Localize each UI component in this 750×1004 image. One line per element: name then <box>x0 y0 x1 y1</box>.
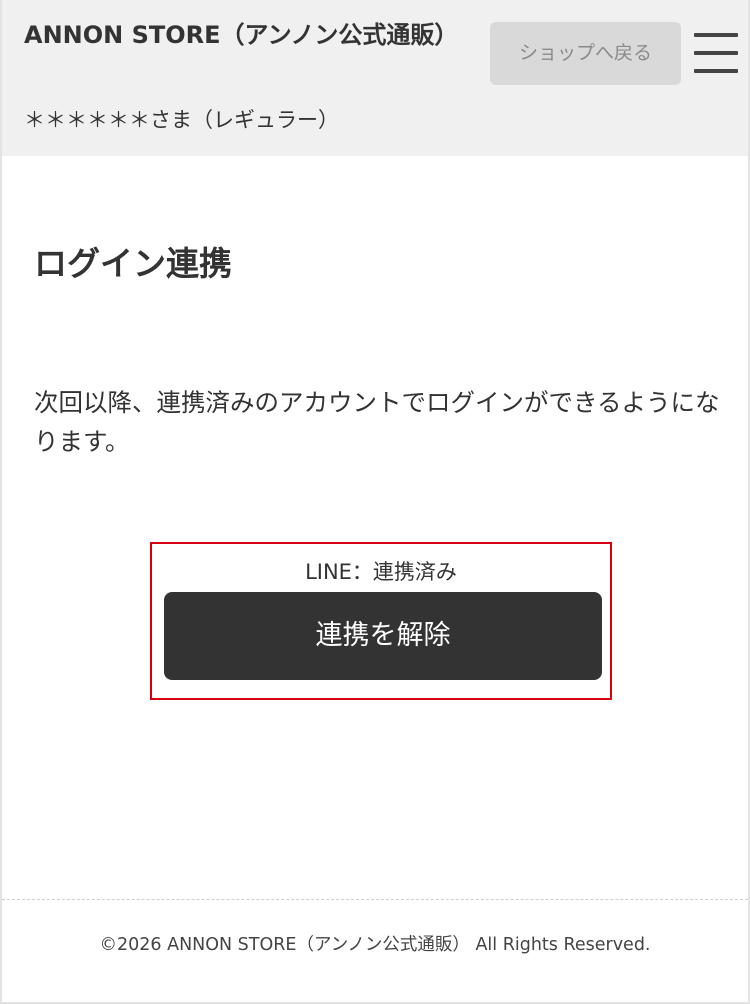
menu-bar <box>694 33 738 37</box>
description-text: 次回以降、連携済みのアカウントでログインができるようになります。 <box>34 388 720 456</box>
line-link-highlight: LINE：連携済み 連携を解除 <box>150 542 612 700</box>
footer-divider <box>2 899 748 900</box>
store-name[interactable]: ANNON STORE（アンノン公式通販） <box>24 20 464 51</box>
page-title: ログイン連携 <box>34 244 232 283</box>
back-to-shop-button[interactable]: ショップへ戻る <box>490 22 681 85</box>
user-greeting: ＊＊＊＊＊＊さま（レギュラー） <box>24 108 339 132</box>
unlink-button[interactable]: 連携を解除 <box>164 592 602 680</box>
hamburger-menu-icon[interactable] <box>694 33 738 73</box>
line-link-status: LINE：連携済み <box>305 560 457 584</box>
copyright-text: ©2026 ANNON STORE（アンノン公式通販） All Rights R… <box>99 935 651 955</box>
header: ANNON STORE（アンノン公式通販） ＊＊＊＊＊＊さま（レギュラー） ショ… <box>2 0 748 156</box>
menu-bar <box>694 69 738 73</box>
menu-bar <box>694 51 738 55</box>
page-frame: ANNON STORE（アンノン公式通販） ＊＊＊＊＊＊さま（レギュラー） ショ… <box>0 0 750 1004</box>
